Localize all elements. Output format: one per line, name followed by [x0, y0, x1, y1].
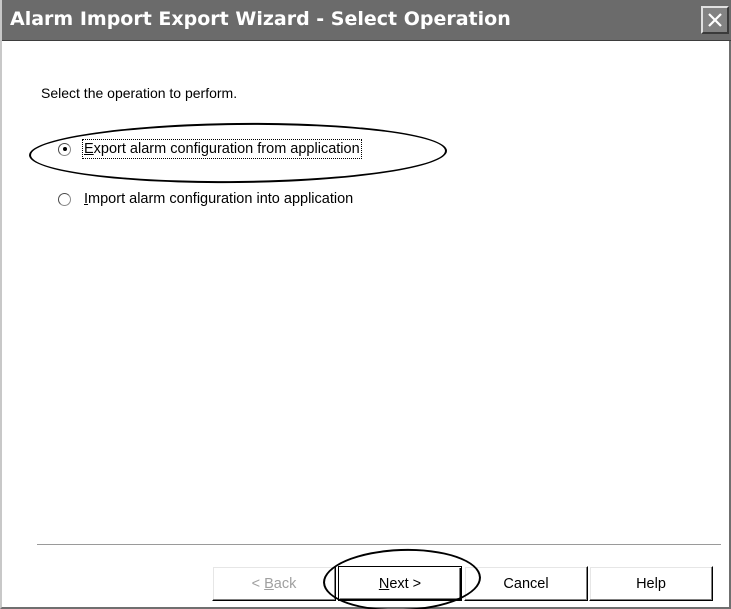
- button-separator: [37, 544, 721, 546]
- wizard-dialog: Alarm Import Export Wizard - Select Oper…: [0, 0, 731, 609]
- next-button[interactable]: Next >: [338, 566, 462, 601]
- radio-option-import[interactable]: Import alarm configuration into applicat…: [58, 191, 353, 207]
- radio-option-export[interactable]: Export alarm configuration from applicat…: [58, 139, 362, 159]
- back-button[interactable]: < Back: [212, 566, 336, 601]
- radio-button-export[interactable]: [58, 142, 71, 156]
- title-bar[interactable]: Alarm Import Export Wizard - Select Oper…: [2, 0, 731, 41]
- instruction-text: Select the operation to perform.: [41, 85, 238, 101]
- radio-button-import[interactable]: [58, 192, 71, 206]
- window-title: Alarm Import Export Wizard - Select Oper…: [10, 8, 511, 30]
- cancel-button[interactable]: Cancel: [464, 566, 588, 601]
- help-button[interactable]: Help: [589, 566, 713, 601]
- radio-selected-dot: [62, 147, 67, 151]
- radio-label-import[interactable]: Import alarm configuration into applicat…: [84, 191, 353, 207]
- close-x-icon: [708, 13, 722, 27]
- radio-label-export[interactable]: Export alarm configuration from applicat…: [82, 139, 362, 159]
- close-button[interactable]: [701, 6, 729, 34]
